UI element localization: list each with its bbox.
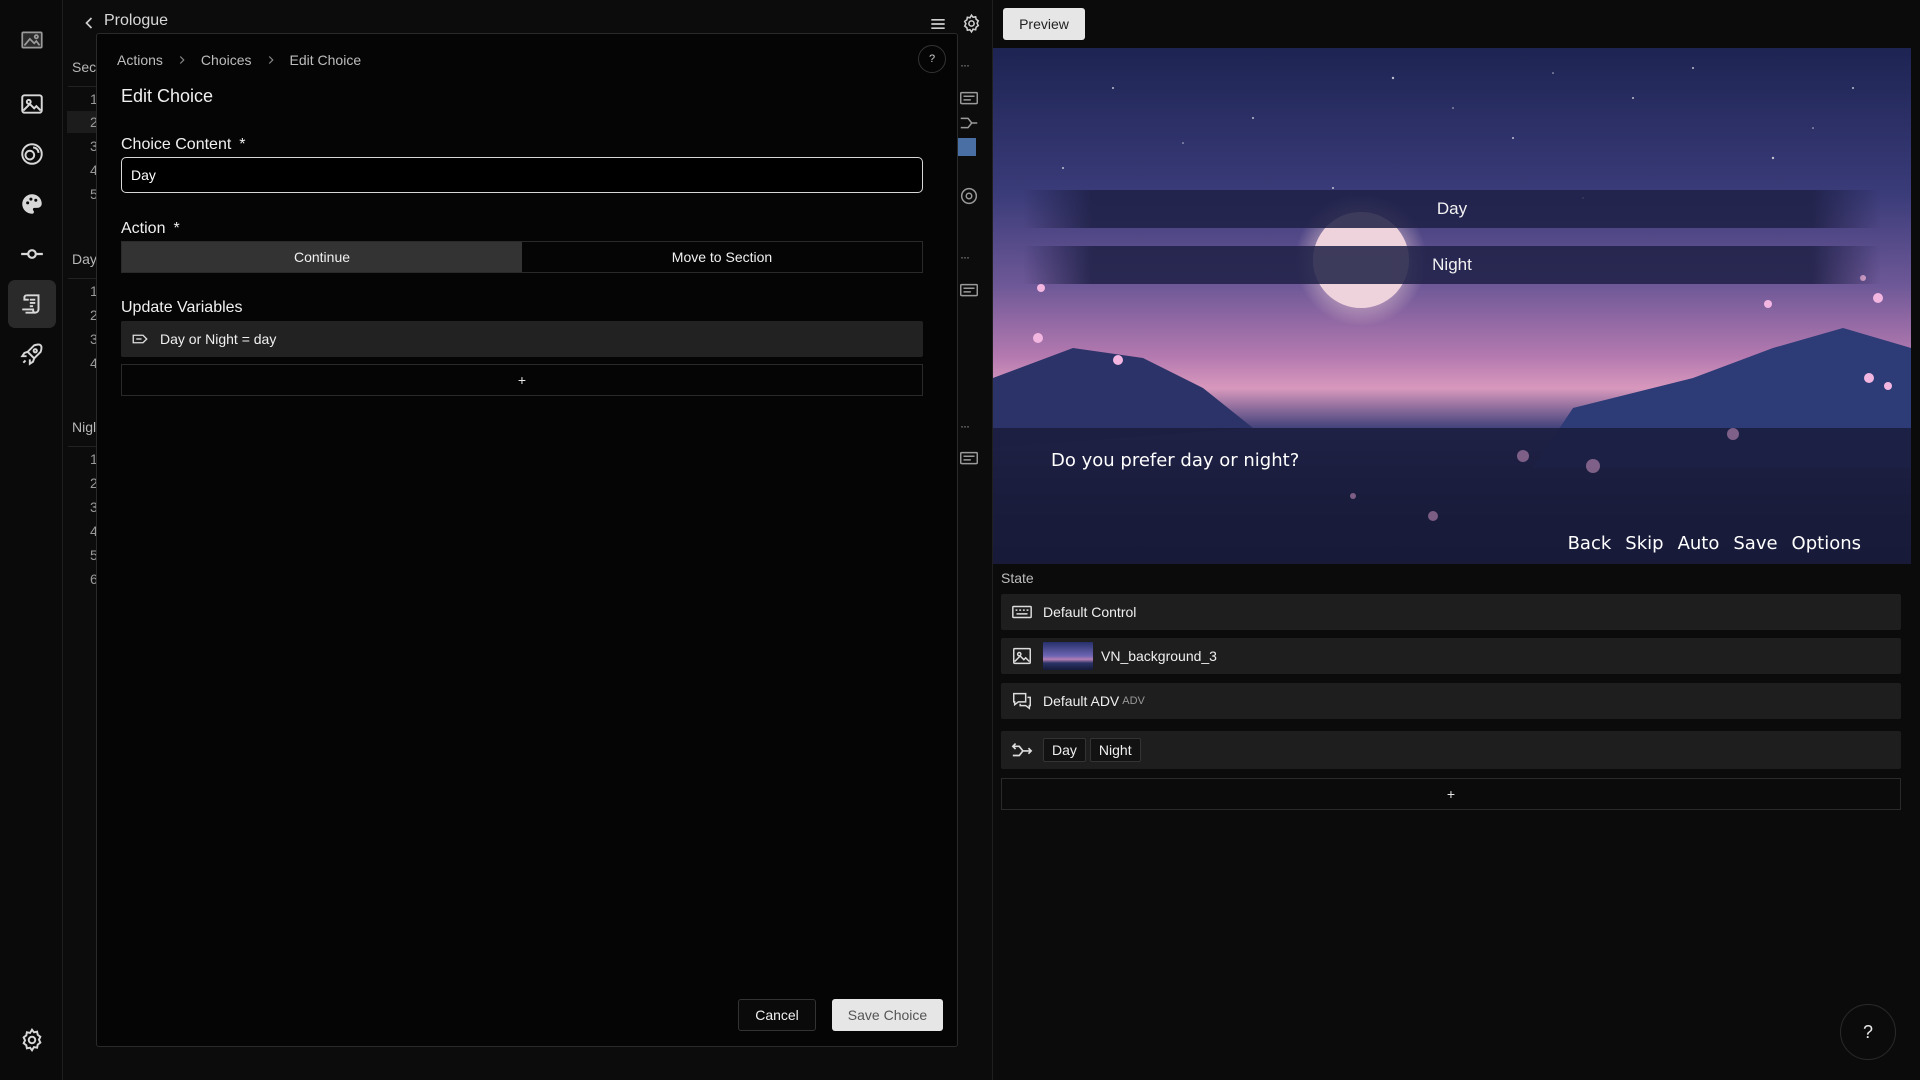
tag-icon — [132, 334, 148, 344]
breadcrumb-edit-choice: Edit Choice — [289, 52, 362, 68]
quick-menu-options[interactable]: Options — [1792, 533, 1861, 554]
rail-theme-palette-icon[interactable] — [8, 180, 56, 228]
cancel-button[interactable]: Cancel — [738, 999, 816, 1031]
breadcrumb: Actions Choices Edit Choice — [117, 52, 361, 68]
save-choice-button[interactable]: Save Choice — [832, 999, 943, 1031]
action-label: Action * — [121, 220, 180, 238]
preview-choice-day[interactable]: Day — [1023, 190, 1881, 228]
menu-icon[interactable] — [928, 14, 948, 34]
quick-menu-save[interactable]: Save — [1733, 533, 1777, 554]
chevron-right-icon — [179, 56, 185, 64]
back-chevron-icon[interactable] — [79, 13, 99, 33]
rail-publish-rocket-icon[interactable] — [8, 330, 56, 378]
more-icon[interactable]: ··· — [960, 58, 970, 72]
chevron-right-icon — [268, 56, 274, 64]
preview-button[interactable]: Preview — [1003, 8, 1085, 40]
preview-choice-night[interactable]: Night — [1023, 246, 1881, 284]
state-textbox-text: Default ADV — [1043, 693, 1120, 709]
more-icon[interactable]: ··· — [960, 250, 970, 264]
rail-flow-commit-icon[interactable] — [8, 230, 56, 278]
help-fab-button[interactable]: ? — [1840, 1004, 1896, 1060]
night-sky-background — [993, 67, 1911, 564]
rail-images-icon[interactable] — [8, 80, 56, 128]
divider — [68, 278, 98, 279]
variable-assignment-row[interactable]: Day or Night = day — [121, 321, 923, 357]
game-preview: Day Night Do you prefer day or night? Ba… — [993, 48, 1911, 564]
textbox-icon[interactable] — [958, 448, 980, 470]
dialogue-text: Do you prefer day or night? — [1051, 450, 1300, 471]
choice-branch-icon[interactable] — [958, 112, 980, 134]
quick-menu: Back Skip Auto Save Options — [1568, 533, 1861, 554]
controller-icon — [1012, 605, 1032, 619]
image-icon — [1013, 647, 1031, 665]
action-label-text: Action — [121, 220, 166, 237]
state-background-row[interactable]: VN_background_3 — [1001, 638, 1901, 674]
background-thumbnail — [1043, 642, 1093, 670]
breadcrumb-choices[interactable]: Choices — [201, 52, 252, 68]
textbox-icon[interactable] — [958, 280, 980, 302]
left-rail — [0, 0, 63, 1080]
project-settings-gear-icon[interactable] — [961, 13, 982, 34]
state-textbox-row[interactable]: Default ADV ADV — [1001, 683, 1901, 719]
required-mark: * — [239, 136, 246, 153]
divider — [68, 86, 98, 87]
choice-content-label-text: Choice Content — [121, 136, 232, 153]
state-choice-chip-night[interactable]: Night — [1089, 738, 1141, 762]
rail-characters-icon[interactable] — [8, 130, 56, 178]
edit-choice-dialog: Actions Choices Edit Choice ? Edit Choic… — [96, 33, 958, 1047]
more-icon[interactable]: ··· — [960, 419, 970, 433]
choice-content-label: Choice Content * — [121, 136, 246, 154]
state-choice-chip-day[interactable]: Day — [1043, 738, 1086, 762]
state-label: State — [1001, 570, 1034, 586]
state-control-row[interactable]: Default Control — [1001, 594, 1901, 630]
textbox-icon[interactable] — [958, 88, 980, 110]
breadcrumb-actions[interactable]: Actions — [117, 52, 163, 68]
chat-bubbles-icon — [1013, 692, 1031, 710]
quick-menu-auto[interactable]: Auto — [1678, 533, 1720, 554]
choice-branch-icon — [1011, 742, 1033, 757]
add-variable-button[interactable]: + — [121, 364, 923, 396]
state-textbox-type: ADV — [1122, 695, 1145, 707]
background-thumbnail — [958, 138, 976, 156]
action-move-to-section-option[interactable]: Move to Section — [522, 242, 922, 272]
state-control-text: Default Control — [1043, 604, 1137, 620]
action-continue-option[interactable]: Continue — [122, 242, 522, 272]
action-toggle-group: Continue Move to Section — [121, 241, 923, 273]
state-background-text: VN_background_3 — [1101, 648, 1217, 664]
preview-panel: Preview Day Night Do you prefer day or n… — [992, 0, 1920, 1080]
add-state-button[interactable]: + — [1001, 778, 1901, 810]
divider — [68, 446, 98, 447]
update-variables-label: Update Variables — [121, 299, 243, 316]
project-title: Prologue — [104, 12, 169, 29]
settings-gear-icon[interactable] — [958, 185, 980, 207]
state-choices-row[interactable]: Day Night — [1001, 731, 1901, 769]
rail-logo-image-icon[interactable] — [8, 16, 56, 64]
required-mark: * — [173, 220, 180, 237]
dialog-title: Edit Choice — [121, 86, 214, 106]
help-button[interactable]: ? — [918, 45, 946, 73]
variable-assignment-text: Day or Night = day — [160, 331, 277, 347]
rail-script-icon[interactable] — [8, 280, 56, 328]
quick-menu-skip[interactable]: Skip — [1625, 533, 1663, 554]
choice-content-input[interactable] — [121, 157, 923, 193]
quick-menu-back[interactable]: Back — [1568, 533, 1612, 554]
rail-settings-gear-icon[interactable] — [8, 1016, 56, 1064]
